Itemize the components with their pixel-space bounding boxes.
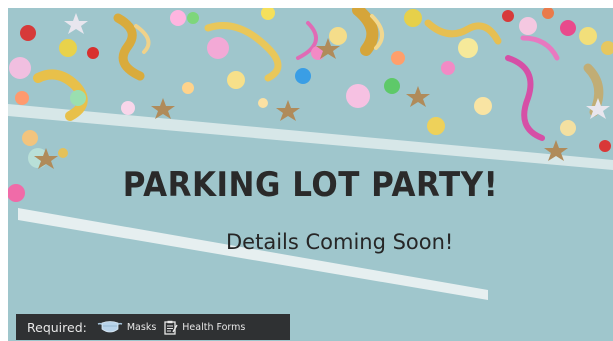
banner-headline: PARKING LOT PARTY! <box>122 165 499 205</box>
requirement-health-forms-label: Health Forms <box>182 321 246 333</box>
requirements-bar: Required: Masks Health Forms <box>16 314 290 340</box>
road-line-lower <box>18 208 488 300</box>
requirements-label: Required: <box>27 319 87 335</box>
requirement-masks-label: Masks <box>126 321 157 333</box>
requirement-health-forms: Health Forms <box>164 320 245 335</box>
clipboard-form-icon <box>164 320 178 335</box>
mask-icon <box>97 321 123 333</box>
party-banner: PARKING LOT PARTY! Details Coming Soon! … <box>8 8 613 341</box>
requirement-masks: Masks <box>97 320 156 334</box>
banner-subline: Details Coming Soon! <box>226 230 454 254</box>
